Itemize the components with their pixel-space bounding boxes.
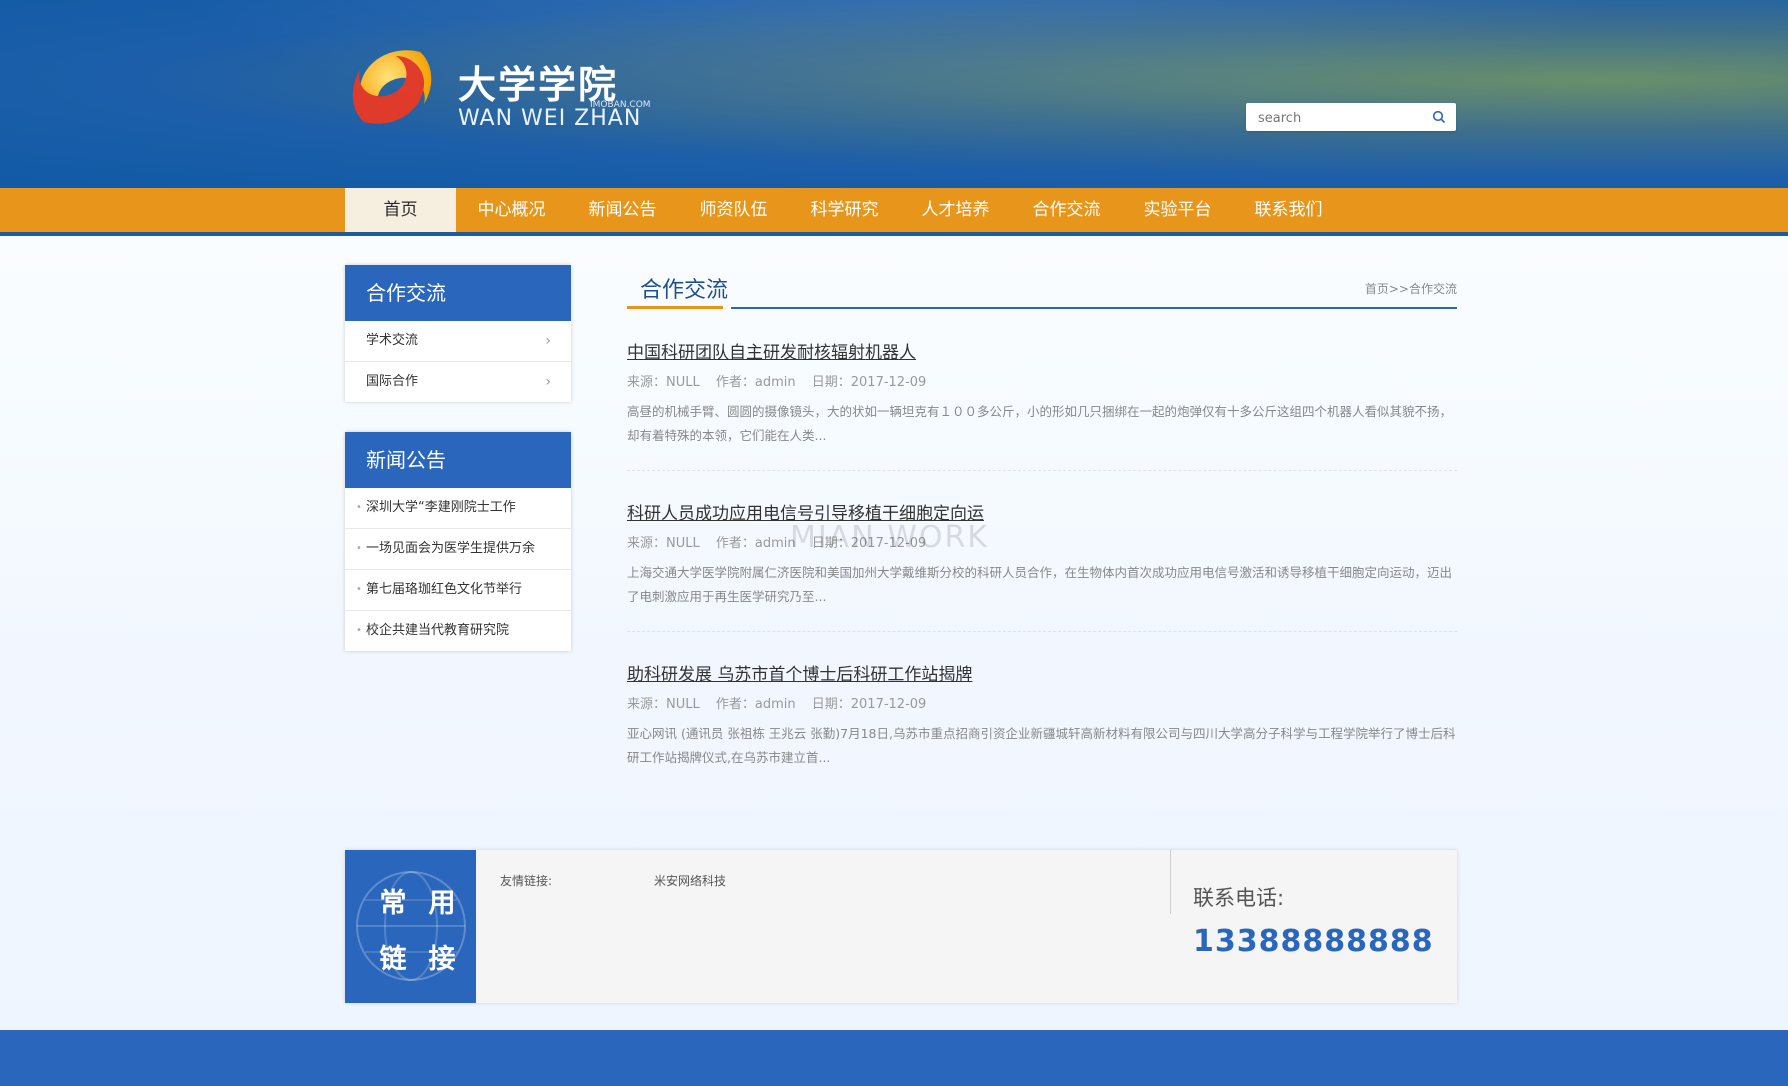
sidebar-item-label: 学术交流 xyxy=(366,333,419,348)
article-source: 来源：NULL xyxy=(627,375,700,390)
article-author: 作者：admin xyxy=(715,375,796,390)
nav-item-lab[interactable]: 实验平台 xyxy=(1122,188,1233,232)
chevron-right-icon: › xyxy=(545,374,551,390)
bullet-icon: • xyxy=(356,584,362,595)
article-author: 作者：admin xyxy=(715,536,796,551)
article-date: 日期：2017-12-09 xyxy=(811,697,927,712)
nav-item-research[interactable]: 科学研究 xyxy=(789,188,900,232)
links-label: 友情链接: xyxy=(500,874,553,888)
bullet-icon: • xyxy=(356,502,362,513)
article-date: 日期：2017-12-09 xyxy=(811,375,927,390)
sidebar-news-label: 校企共建当代教育研究院 xyxy=(366,623,510,638)
sidebar-news-item[interactable]: • 深圳大学“李建刚院士工作 xyxy=(345,488,571,529)
article-title-link[interactable]: 助科研发展 乌苏市首个博士后科研工作站揭牌 xyxy=(627,660,1457,685)
article-item: 助科研发展 乌苏市首个博士后科研工作站揭牌 来源：NULL 作者：admin 日… xyxy=(627,632,1457,792)
section-header: 合作交流 首页>>合作交流 xyxy=(627,266,1457,310)
links-badge-line2: 链接 xyxy=(379,944,478,975)
article-excerpt: 上海交通大学医学院附属仁济医院和美国加州大学戴维斯分校的科研人员合作，在生物体内… xyxy=(627,565,1453,604)
article-meta: 来源：NULL 作者：admin 日期：2017-12-09 xyxy=(627,532,1457,551)
logo-title: 大学学院 xyxy=(458,63,619,107)
logo-domain: IMOBAN.COM xyxy=(590,100,651,110)
nav-item-talent[interactable]: 人才培养 xyxy=(900,188,1011,232)
article-excerpt: 高昼的机械手臂、圆圆的摄像镜头，大的状如一辆坦克有１００多公斤，小的形如几只捆绑… xyxy=(627,404,1453,443)
bullet-icon: • xyxy=(356,625,362,636)
nav-item-faculty[interactable]: 师资队伍 xyxy=(678,188,789,232)
article-meta: 来源：NULL 作者：admin 日期：2017-12-09 xyxy=(627,371,1457,390)
article-meta: 来源：NULL 作者：admin 日期：2017-12-09 xyxy=(627,693,1457,712)
links-badge-text: 常用 链接 xyxy=(345,876,494,988)
bullet-icon: • xyxy=(356,543,362,554)
search-box xyxy=(1246,103,1456,133)
links-divider xyxy=(1170,850,1171,914)
sidebar-item-label: 国际合作 xyxy=(366,374,419,389)
main-nav: 首页 中心概况 新闻公告 师资队伍 科学研究 人才培养 合作交流 实验平台 联系… xyxy=(0,188,1788,236)
search-input[interactable] xyxy=(1256,103,1430,133)
article-source: 来源：NULL xyxy=(627,697,700,712)
bottom-bar xyxy=(0,1030,1788,1086)
sidebar-news-item[interactable]: • 校企共建当代教育研究院 xyxy=(345,611,571,651)
chevron-right-icon: › xyxy=(545,333,551,349)
title-accent-bar xyxy=(627,306,723,309)
breadcrumb[interactable]: 首页>>合作交流 xyxy=(1365,280,1457,297)
phone-number: 13388888888 xyxy=(1193,924,1434,959)
logo-swirl-icon xyxy=(352,50,432,124)
sidebar-item-international[interactable]: 国际合作 › xyxy=(345,362,571,402)
article-item: 中国科研团队自主研发耐核辐射机器人 来源：NULL 作者：admin 日期：20… xyxy=(627,310,1457,471)
sidebar-panel-news: 新闻公告 • 深圳大学“李建刚院士工作 • 一场见面会为医学生提供万余 • 第七… xyxy=(345,432,571,651)
sidebar-news-label: 一场见面会为医学生提供万余 xyxy=(366,541,536,556)
sidebar-news-item[interactable]: • 一场见面会为医学生提供万余 xyxy=(345,529,571,570)
links-badge: 常用 链接 xyxy=(345,850,476,1003)
page-title: 合作交流 xyxy=(640,278,729,303)
links-badge-line1: 常用 xyxy=(379,888,478,919)
nav-item-contact[interactable]: 联系我们 xyxy=(1233,188,1344,232)
article-source: 来源：NULL xyxy=(627,536,700,551)
site-logo[interactable]: 大学学院 IMOBAN.COM WAN WEI ZHAN xyxy=(350,44,651,139)
nav-item-center[interactable]: 中心概况 xyxy=(456,188,567,232)
article-title-link[interactable]: 科研人员成功应用电信号引导移植干细胞定向运 xyxy=(627,499,1457,524)
article-item: 科研人员成功应用电信号引导移植干细胞定向运 来源：NULL 作者：admin 日… xyxy=(627,471,1457,632)
sidebar-panel-title: 新闻公告 xyxy=(345,432,571,488)
phone-label: 联系电话: xyxy=(1193,886,1285,910)
sidebar-news-item[interactable]: • 第七届珞珈红色文化节举行 xyxy=(345,570,571,611)
sidebar-news-label: 深圳大学“李建刚院士工作 xyxy=(366,500,516,515)
friendly-links-block: 常用 链接 友情链接: 米安网络科技 联系电话: 13388888888 xyxy=(345,850,1457,1003)
title-divider xyxy=(731,307,1457,309)
main-content: 合作交流 首页>>合作交流 中国科研团队自主研发耐核辐射机器人 来源：NULL … xyxy=(627,266,1457,792)
nav-item-home[interactable]: 首页 xyxy=(345,188,456,232)
site-header: 大学学院 IMOBAN.COM WAN WEI ZHAN xyxy=(0,0,1788,188)
sidebar-item-academic[interactable]: 学术交流 › xyxy=(345,321,571,362)
search-icon[interactable] xyxy=(1432,110,1446,124)
logo-subtitle: WAN WEI ZHAN xyxy=(458,106,642,131)
article-excerpt: 亚心网讯 (通讯员 张祖栋 王兆云 张勤)7月18日,乌苏市重点招商引资企业新疆… xyxy=(627,726,1456,765)
nav-item-news[interactable]: 新闻公告 xyxy=(567,188,678,232)
sidebar-panel-title: 合作交流 xyxy=(345,265,571,321)
article-title-link[interactable]: 中国科研团队自主研发耐核辐射机器人 xyxy=(627,338,1457,363)
sidebar-panel-cooperation: 合作交流 学术交流 › 国际合作 › xyxy=(345,265,571,402)
sidebar-news-label: 第七届珞珈红色文化节举行 xyxy=(366,582,523,597)
nav-item-cooperation[interactable]: 合作交流 xyxy=(1011,188,1122,232)
article-author: 作者：admin xyxy=(715,697,796,712)
nav-items: 首页 中心概况 新闻公告 师资队伍 科学研究 人才培养 合作交流 实验平台 联系… xyxy=(345,188,1344,232)
friendly-link[interactable]: 米安网络科技 xyxy=(654,872,726,889)
watermark-text: MIAN WORK xyxy=(790,520,990,555)
